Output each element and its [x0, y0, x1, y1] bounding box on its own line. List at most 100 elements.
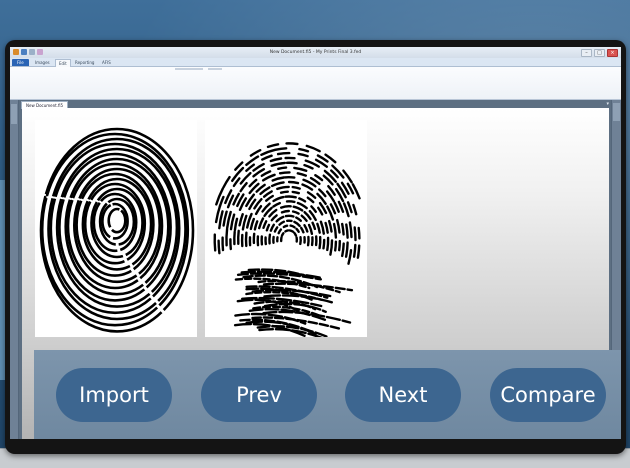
- latent-ridge: [255, 221, 257, 229]
- latent-ridge: [246, 157, 258, 165]
- latent-ridge: [311, 206, 315, 211]
- fingerprint-ridge: [74, 169, 159, 282]
- latent-ridge: [261, 150, 275, 155]
- latent-ridge: [275, 227, 277, 231]
- latent-ridge: [289, 182, 298, 183]
- ribbon-panel: [10, 67, 621, 100]
- fingerprint-latent-graphic: [205, 120, 367, 337]
- latent-ridge: [238, 231, 239, 244]
- latent-ridge: [354, 245, 355, 257]
- latent-ridge: [301, 228, 303, 232]
- latent-ridge: [321, 222, 324, 234]
- latent-ridge: [281, 206, 291, 207]
- latent-ridge: [349, 250, 352, 264]
- latent-ridge: [279, 230, 281, 234]
- latent-ridge: [219, 241, 220, 254]
- latent-ridge: [234, 178, 240, 186]
- latent-ridge: [297, 229, 299, 232]
- latent-ridge: [241, 173, 251, 183]
- latent-ridge: [353, 205, 356, 214]
- latent-ridge: [339, 202, 343, 212]
- latent-ridge: [277, 187, 288, 189]
- fingerprint-ridge: [109, 209, 126, 232]
- tab-images[interactable]: Images: [32, 59, 53, 66]
- left-dock-panel[interactable]: [10, 100, 19, 439]
- latent-ridge: [251, 219, 254, 229]
- latent-ridge: [308, 198, 314, 202]
- latent-ridge: [259, 219, 263, 229]
- latent-ridge: [290, 230, 293, 231]
- latent-ridge: [282, 211, 289, 212]
- latent-ridge: [353, 184, 360, 198]
- latent-ridge: [296, 218, 301, 221]
- latent-ridge: [280, 222, 284, 225]
- latent-ridge: [291, 226, 295, 228]
- latent-ridge: [318, 208, 322, 215]
- latent-ridge: [272, 215, 277, 220]
- latent-ridge: [287, 163, 297, 164]
- latent-ridge: [268, 144, 278, 147]
- latent-ridge: [256, 206, 261, 214]
- latent-ridge: [267, 225, 269, 230]
- latent-ridge: [308, 192, 315, 197]
- latent-ridge: [324, 240, 325, 248]
- fingerprint-whorl-graphic: [35, 120, 197, 337]
- latent-ridge: [231, 215, 234, 230]
- latent-ridge: [243, 216, 246, 230]
- latent-ridge: [287, 143, 298, 144]
- latent-ridge: [284, 226, 287, 227]
- latent-ridge: [281, 192, 288, 193]
- fingerprint-image-1[interactable]: [35, 120, 197, 337]
- fingerprint-ridge: [42, 134, 188, 325]
- close-icon[interactable]: ×: [607, 49, 618, 57]
- latent-ridge: [355, 228, 356, 241]
- maximize-icon[interactable]: □: [594, 49, 605, 57]
- tab-edit[interactable]: Edit: [55, 59, 71, 67]
- next-button[interactable]: Next: [345, 368, 461, 422]
- prev-button[interactable]: Prev: [201, 368, 317, 422]
- latent-ridge: [273, 178, 284, 181]
- latent-ridge: [266, 196, 273, 201]
- latent-ridge: [264, 191, 272, 196]
- tab-reporting[interactable]: Reporting: [72, 59, 97, 66]
- latent-ridge: [302, 216, 307, 221]
- latent-ridge: [305, 165, 313, 168]
- latent-ridge: [329, 221, 331, 231]
- ribbon-group-divider: [175, 68, 203, 70]
- latent-ridge: [342, 224, 343, 234]
- latent-ridge: [313, 223, 315, 229]
- latent-ridge: [287, 201, 294, 202]
- latent-ridge: [305, 225, 308, 231]
- latent-ridge: [277, 217, 284, 221]
- latent-ridge: [227, 212, 231, 228]
- latent-ridge: [331, 204, 335, 213]
- tab-file[interactable]: File: [12, 59, 29, 66]
- latent-ridge: [280, 172, 289, 173]
- latent-ridge: [278, 168, 286, 169]
- latent-ridge: [303, 185, 313, 190]
- latent-ridge: [271, 225, 274, 231]
- latent-ridge: [273, 203, 279, 206]
- minimize-icon[interactable]: –: [581, 49, 592, 57]
- latent-ridge: [326, 223, 328, 233]
- tab-menu-icon[interactable]: ▾: [606, 100, 609, 108]
- latent-ridge: [215, 235, 216, 251]
- latent-ridge: [358, 246, 359, 258]
- tab-afis[interactable]: AFIS: [99, 59, 114, 66]
- latent-ridge: [299, 149, 308, 151]
- latent-ridge: [271, 159, 281, 162]
- fingerprint-image-2[interactable]: [205, 120, 367, 337]
- document-canvas: Import Prev Next Compare: [22, 108, 609, 439]
- import-button[interactable]: Import: [56, 368, 172, 422]
- latent-ridge: [337, 220, 339, 232]
- latent-ridge: [298, 173, 306, 175]
- left-dock-tab[interactable]: [11, 104, 17, 124]
- latent-ridge: [359, 228, 360, 239]
- latent-ridge: [285, 230, 288, 231]
- right-dock-tab[interactable]: [613, 103, 620, 121]
- latent-ridge: [342, 244, 344, 256]
- latent-ridge: [293, 212, 299, 214]
- latent-ridge: [286, 196, 296, 197]
- compare-button[interactable]: Compare: [490, 368, 606, 422]
- window-title: New Document.fi5 - My Prints Final 3.fed: [10, 47, 621, 58]
